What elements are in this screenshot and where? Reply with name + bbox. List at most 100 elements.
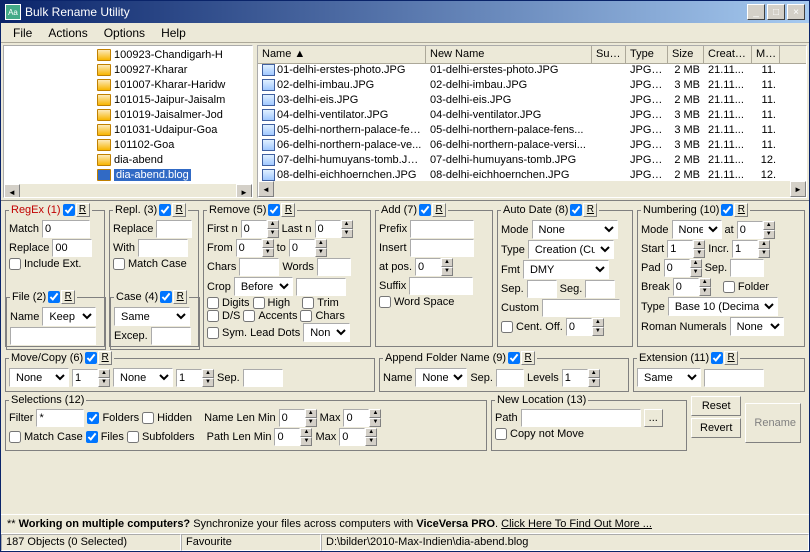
autodate-type[interactable]: Creation (Cur <box>528 240 614 259</box>
tree-item[interactable]: 101031-Udaipur-Goa <box>5 122 251 137</box>
movecopy-sep[interactable] <box>243 369 283 387</box>
appendfolder-reset[interactable]: R <box>521 351 535 365</box>
autodate-seg[interactable] <box>585 280 615 298</box>
numbering-reset[interactable]: R <box>734 203 748 217</box>
table-row[interactable]: 05-delhi-northern-palace-fes...05-delhi-… <box>258 124 806 139</box>
minimize-button[interactable]: _ <box>747 4 765 20</box>
remove-lastn[interactable] <box>315 220 341 238</box>
selections-pathlenmax[interactable] <box>339 428 365 446</box>
maximize-button[interactable]: □ <box>767 4 785 20</box>
numbering-at[interactable] <box>737 221 763 239</box>
selections-matchcase[interactable] <box>9 431 21 443</box>
movecopy-enable[interactable] <box>85 352 97 364</box>
table-row[interactable]: 03-delhi-eis.JPG03-delhi-eis.JPGJPG F...… <box>258 94 806 109</box>
close-button[interactable]: × <box>787 4 805 20</box>
revert-button[interactable]: Revert <box>691 418 741 438</box>
selections-pathlenmin[interactable] <box>274 428 300 446</box>
movecopy-n2[interactable] <box>176 369 202 387</box>
newlocation-copynotmove[interactable] <box>495 428 507 440</box>
ad-link[interactable]: Click Here To Find Out More ... <box>501 518 652 530</box>
column-header-created[interactable]: Created <box>704 46 752 63</box>
regex-include-ext[interactable] <box>9 258 21 270</box>
case-select[interactable]: Same <box>114 307 190 326</box>
remove-sym[interactable] <box>207 327 219 339</box>
tree-item[interactable]: 101007-Kharar-Haridw <box>5 77 251 92</box>
numbering-break[interactable] <box>673 278 699 296</box>
file-reset[interactable]: R <box>61 290 75 304</box>
table-row[interactable]: 06-delhi-northern-palace-ve...06-delhi-n… <box>258 139 806 154</box>
tree-scroll-track[interactable] <box>20 184 236 198</box>
movecopy-n1[interactable] <box>72 369 98 387</box>
column-header-type[interactable]: Type <box>626 46 668 63</box>
add-suffix[interactable] <box>409 277 473 295</box>
autodate-mode[interactable]: None <box>532 220 618 239</box>
file-list[interactable]: Name ▲New NameSub...TypeSizeCreatedMo...… <box>257 45 807 198</box>
extension-text[interactable] <box>704 369 764 387</box>
column-header-mo[interactable]: Mo... <box>752 46 780 63</box>
autodate-fmt[interactable]: DMY <box>523 260 609 279</box>
movecopy-sel1[interactable]: None <box>9 368 69 387</box>
regex-match-input[interactable] <box>42 220 90 238</box>
repl-replace-input[interactable] <box>156 220 192 238</box>
remove-accents[interactable] <box>243 310 255 322</box>
regex-enable[interactable] <box>63 204 75 216</box>
autodate-sep[interactable] <box>527 280 557 298</box>
appendfolder-levels[interactable] <box>562 369 588 387</box>
selections-namelenmax[interactable] <box>343 409 369 427</box>
file-name-text[interactable] <box>10 327 96 345</box>
add-enable[interactable] <box>419 204 431 216</box>
repl-with-input[interactable] <box>138 239 188 257</box>
remove-from[interactable] <box>236 239 262 257</box>
movecopy-sel2[interactable]: None <box>113 368 173 387</box>
tree-item[interactable]: 101019-Jaisalmer-Jod <box>5 107 251 122</box>
menu-options[interactable]: Options <box>96 24 153 42</box>
remove-chars[interactable] <box>239 258 279 276</box>
selections-files[interactable] <box>86 431 98 443</box>
menu-actions[interactable]: Actions <box>40 24 95 42</box>
add-insert[interactable] <box>410 239 474 257</box>
column-header-name[interactable]: Name ▲ <box>258 46 426 63</box>
column-header-sub[interactable]: Sub... <box>592 46 626 63</box>
column-header-size[interactable]: Size <box>668 46 704 63</box>
tree-item[interactable]: 101015-Jaipur-Jaisalm <box>5 92 251 107</box>
repl-match-case[interactable] <box>113 258 125 270</box>
numbering-pad[interactable] <box>664 259 690 277</box>
remove-to[interactable] <box>289 239 315 257</box>
newlocation-path[interactable] <box>521 409 641 427</box>
remove-ds[interactable] <box>207 310 219 322</box>
remove-trim[interactable] <box>302 297 314 309</box>
remove-words[interactable] <box>317 258 351 276</box>
numbering-start[interactable] <box>667 240 693 258</box>
menu-help[interactable]: Help <box>153 24 194 42</box>
rename-button[interactable]: Rename <box>745 403 801 443</box>
table-row[interactable]: 01-delhi-erstes-photo.JPG01-delhi-erstes… <box>258 64 806 79</box>
remove-crop-text[interactable] <box>296 278 346 296</box>
tree-scroll-right[interactable]: ► <box>236 184 252 198</box>
autodate-reset[interactable]: R <box>583 203 597 217</box>
numbering-incr[interactable] <box>732 240 758 258</box>
numbering-enable[interactable] <box>721 204 733 216</box>
numbering-folder[interactable] <box>723 281 735 293</box>
add-wordspace[interactable] <box>379 296 391 308</box>
list-scroll-left[interactable]: ◄ <box>258 181 274 197</box>
reset-button[interactable]: Reset <box>691 396 741 416</box>
tree-scroll-left[interactable]: ◄ <box>4 184 20 198</box>
folder-tree[interactable]: 100923-Chandigarh-H100927-Kharar101007-K… <box>3 45 253 198</box>
menu-file[interactable]: File <box>5 24 40 42</box>
appendfolder-sep[interactable] <box>496 369 524 387</box>
case-reset[interactable]: R <box>173 290 187 304</box>
file-enable[interactable] <box>48 291 60 303</box>
extension-enable[interactable] <box>711 352 723 364</box>
remove-digits[interactable] <box>207 297 219 309</box>
repl-enable[interactable] <box>159 204 171 216</box>
list-scroll-track[interactable] <box>274 181 790 197</box>
remove-enable[interactable] <box>268 204 280 216</box>
table-row[interactable]: 04-delhi-ventilator.JPG04-delhi-ventilat… <box>258 109 806 124</box>
selections-folders[interactable] <box>87 412 99 424</box>
case-enable[interactable] <box>160 291 172 303</box>
add-atpos[interactable] <box>415 258 441 276</box>
add-reset[interactable]: R <box>432 203 446 217</box>
appendfolder-name[interactable]: None <box>415 368 467 387</box>
table-row[interactable]: 08-delhi-eichhoernchen.JPG08-delhi-eichh… <box>258 169 806 181</box>
case-excep[interactable] <box>151 327 191 345</box>
